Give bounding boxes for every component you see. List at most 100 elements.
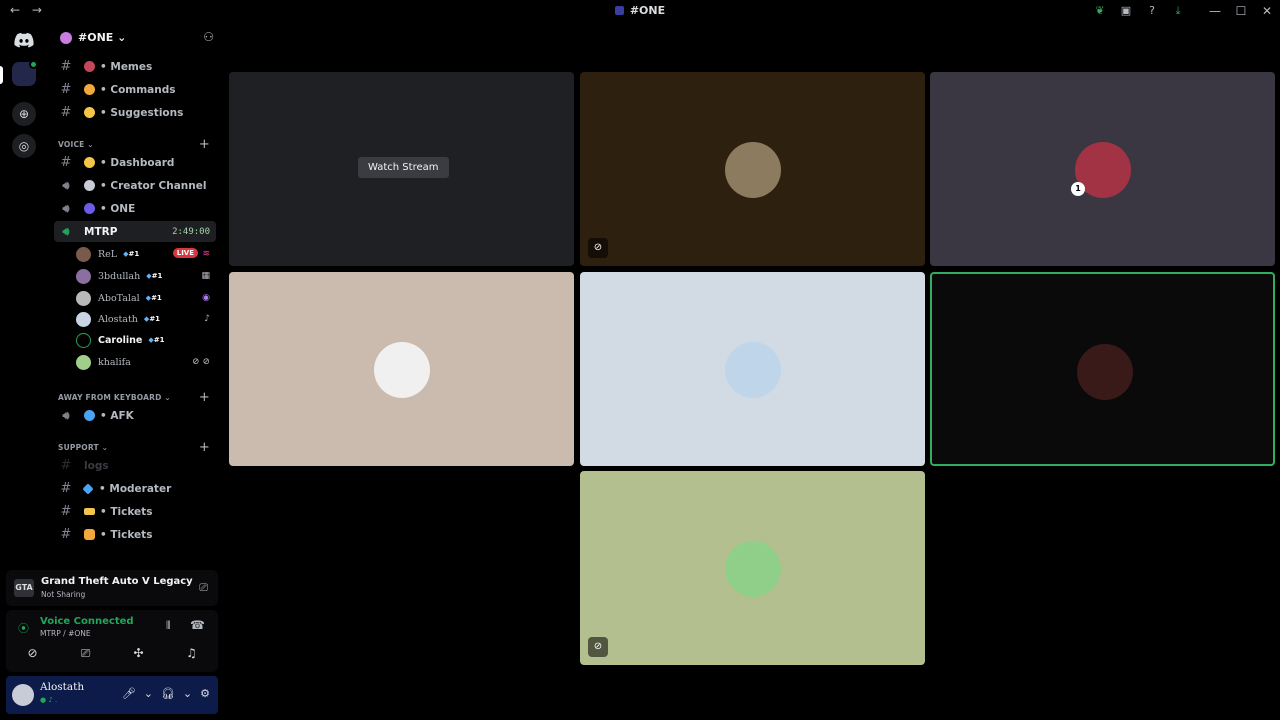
channel-one[interactable]: 🔊︎ • ONE xyxy=(54,198,216,219)
channel-commands[interactable]: # • Commands xyxy=(54,79,216,100)
voice-member[interactable]: Caroline ◆#1 xyxy=(76,330,216,350)
voice-status[interactable]: Voice Connected xyxy=(40,616,134,627)
hash-icon: # xyxy=(60,82,72,97)
window-title-text: #ONE xyxy=(629,4,666,17)
muted-deafened-icons: ⊘ ⊘ xyxy=(192,357,210,367)
microphone-icon[interactable]: 🎤︎ xyxy=(122,687,136,700)
channel-logs[interactable]: # logs xyxy=(54,455,216,476)
speaker-icon: 🔊︎ xyxy=(62,178,70,192)
channel-name: MTRP xyxy=(84,225,118,238)
watch-stream-button[interactable]: Watch Stream xyxy=(358,157,449,178)
nitro-leaf-icon[interactable]: ❦ xyxy=(1088,2,1112,20)
member-name: AboTalal xyxy=(98,292,140,304)
participant-avatar xyxy=(1077,344,1133,400)
live-badge: LIVE xyxy=(172,248,198,258)
close-window-button[interactable]: ✕ xyxy=(1254,2,1280,20)
channel-tickets[interactable]: # • Tickets xyxy=(54,501,216,522)
activity-icon: ◉ xyxy=(202,293,210,303)
channel-dashboard[interactable]: # • Dashboard xyxy=(54,152,216,173)
channel-creator[interactable]: 🔊︎ • Creator Channel xyxy=(54,175,216,196)
chevron-down-icon[interactable]: ⌄ xyxy=(144,687,153,700)
create-channel-button[interactable]: + xyxy=(199,137,210,152)
guild-header[interactable]: #ONE ⌄ ⚇ xyxy=(48,22,220,54)
hash-icon: # xyxy=(60,481,72,496)
category-label: VOICE ⌄ xyxy=(58,140,94,149)
invite-user-icon[interactable]: ⚇ xyxy=(203,30,214,44)
discord-home-icon[interactable] xyxy=(12,28,36,52)
participant-avatar xyxy=(725,541,781,597)
participant-avatar xyxy=(374,342,430,398)
user-name[interactable]: Alostath xyxy=(40,681,84,693)
soundboard-icon[interactable]: ♫ xyxy=(180,646,204,661)
hash-icon: # xyxy=(60,59,72,74)
hash-icon: # xyxy=(60,504,72,519)
participant-tile[interactable]: ⊘ xyxy=(580,72,925,266)
voice-member[interactable]: khalifa ⊘ ⊘ xyxy=(76,352,216,372)
participant-tile[interactable] xyxy=(580,272,925,466)
member-name: 3bdullah xyxy=(98,270,141,282)
create-channel-button[interactable]: + xyxy=(199,390,210,405)
channel-name: logs xyxy=(84,459,109,472)
game-icon: GTA xyxy=(14,579,34,597)
hash-icon: # xyxy=(60,155,72,170)
badge-number: 1 xyxy=(1071,182,1085,196)
server-folder-icon[interactable] xyxy=(12,60,38,86)
channel-memes[interactable]: # • Memes xyxy=(54,56,216,77)
participant-tile-speaking[interactable] xyxy=(930,272,1275,466)
user-avatar[interactable] xyxy=(12,684,34,706)
activities-icon[interactable]: ✣ xyxy=(127,646,151,661)
category-label: SUPPORT ⌄ xyxy=(58,443,109,452)
channel-mtrp[interactable]: 🔊︎ MTRP 2:49:00 xyxy=(54,221,216,242)
channel-name: • Commands xyxy=(100,83,176,96)
avatar xyxy=(76,290,91,306)
user-status: ● ♪ . xyxy=(40,696,58,704)
voice-member[interactable]: Alostath ◆#1 ♪ xyxy=(76,309,216,329)
hash-icon: # xyxy=(60,527,72,542)
participant-tile[interactable] xyxy=(229,272,574,466)
channel-name: • AFK xyxy=(100,409,134,422)
channel-icon xyxy=(614,6,624,15)
voice-location[interactable]: MTRP / #ONE xyxy=(40,629,91,638)
help-icon[interactable]: ? xyxy=(1140,2,1164,20)
voice-member[interactable]: AboTalal ◆#1 ◉ xyxy=(76,288,216,308)
headphones-icon[interactable]: 🎧︎ xyxy=(161,687,175,700)
noise-suppression-icon[interactable]: ⫴ xyxy=(166,619,171,633)
channel-suggestions[interactable]: # • Suggestions xyxy=(54,102,216,123)
selected-server-pill xyxy=(0,66,3,84)
chevron-down-icon[interactable]: ⌄ xyxy=(183,687,192,700)
add-server-icon[interactable]: ⊕ xyxy=(12,102,36,126)
channel-name: • Suggestions xyxy=(100,106,184,119)
create-channel-button[interactable]: + xyxy=(199,440,210,455)
participant-tile[interactable]: 1 xyxy=(930,72,1275,266)
camera-off-icon[interactable]: ⊘ xyxy=(21,646,45,661)
participant-tile[interactable]: ⊘ xyxy=(580,471,925,665)
emoji-icon xyxy=(84,508,95,515)
channel-moderater[interactable]: # • Moderater xyxy=(54,478,216,499)
minimize-button[interactable]: — xyxy=(1202,2,1228,20)
inbox-icon[interactable]: ▣ xyxy=(1114,2,1138,20)
channel-name: • Dashboard xyxy=(100,156,175,169)
stream-tile[interactable]: Watch Stream xyxy=(229,72,574,266)
channel-name: • ONE xyxy=(100,202,136,215)
settings-gear-icon[interactable]: ⚙ xyxy=(200,687,210,700)
emoji-icon xyxy=(84,180,95,191)
category-label: AWAY FROM KEYBOARD ⌄ xyxy=(58,393,171,402)
screen-share-icon[interactable]: ⎚ xyxy=(74,646,98,661)
share-screen-icon[interactable]: ⎚ xyxy=(199,581,208,595)
user-controls: 🎤︎ ⌄ 🎧︎ ⌄ ⚙ xyxy=(122,687,210,700)
explore-icon[interactable]: ◎ xyxy=(12,134,36,158)
channel-tickets-2[interactable]: # • Tickets xyxy=(54,524,216,545)
channel-afk[interactable]: 🔊︎ • AFK xyxy=(54,405,216,426)
lock-emoji-icon xyxy=(84,529,95,540)
voice-member[interactable]: ReL ◆#1 LIVE ≋ xyxy=(76,244,216,264)
channel-name: • Tickets xyxy=(100,528,153,541)
emoji-icon xyxy=(84,61,95,72)
deafened-icon: ⊘ xyxy=(588,637,608,657)
disconnect-icon[interactable]: ☎ xyxy=(190,618,205,632)
avatar xyxy=(76,246,91,262)
speaker-icon: 🔊︎ xyxy=(62,224,70,238)
maximize-button[interactable]: ☐ xyxy=(1228,2,1254,20)
voice-member[interactable]: 3bdullah ◆#1 ▦ xyxy=(76,266,216,286)
download-icon[interactable]: ⤓ xyxy=(1166,2,1190,20)
